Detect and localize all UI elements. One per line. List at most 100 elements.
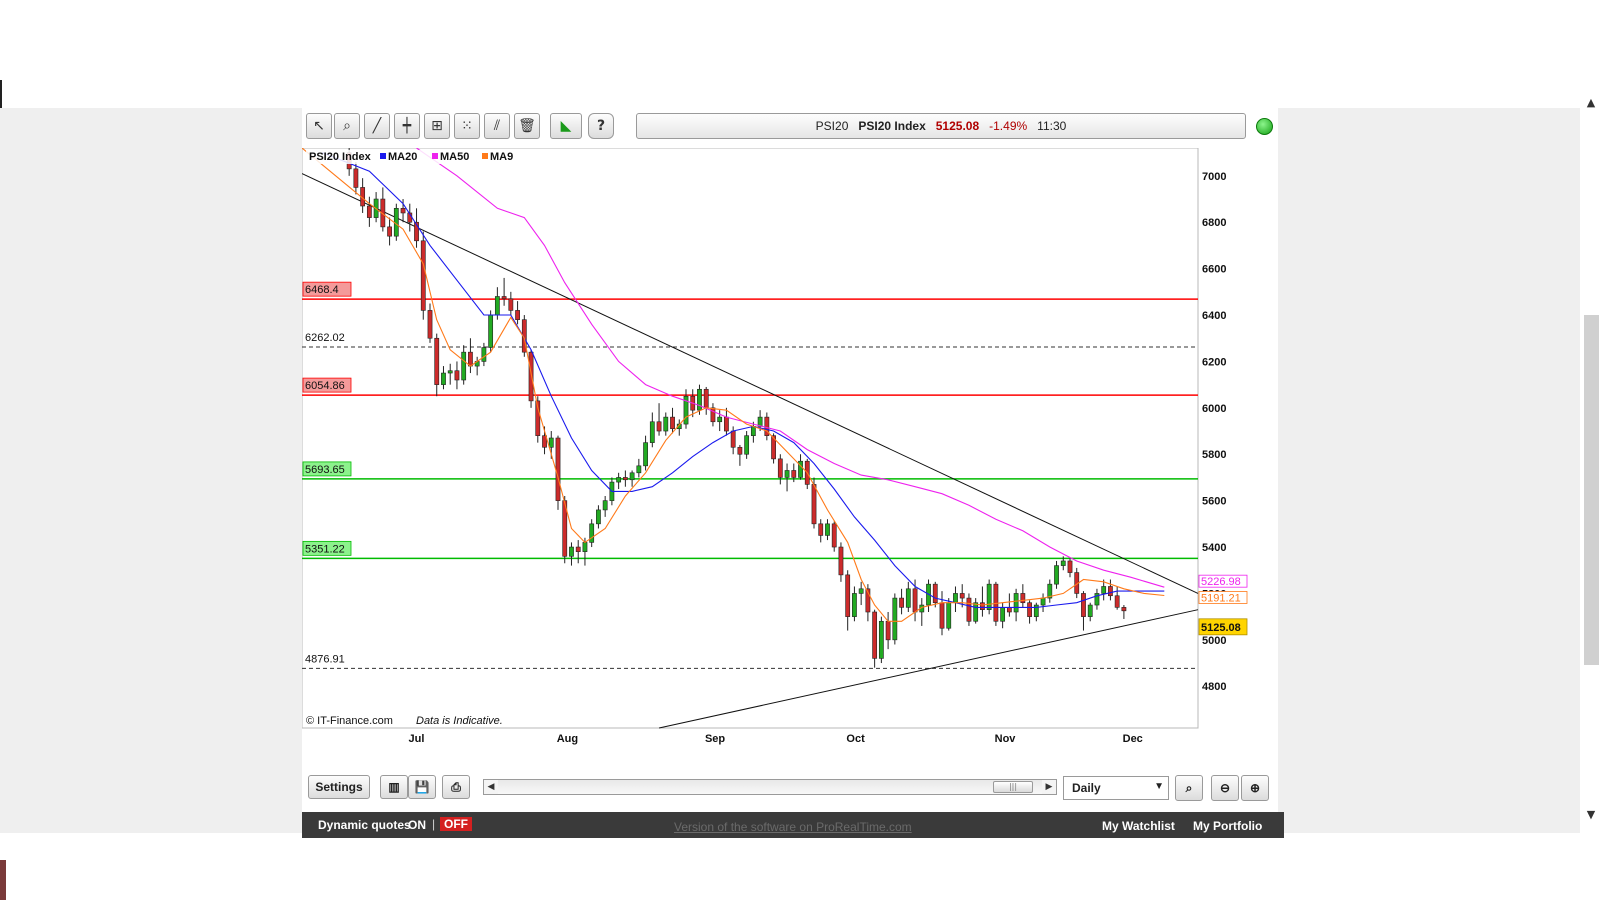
candle[interactable] <box>980 602 985 610</box>
scroll-right-icon[interactable]: ▶ <box>1042 780 1056 794</box>
candle[interactable] <box>582 542 588 552</box>
candle[interactable] <box>494 296 500 316</box>
indicator-tool-button[interactable]: ⊞ <box>424 113 450 139</box>
candle[interactable] <box>1006 607 1012 613</box>
candle[interactable] <box>589 523 595 543</box>
candle[interactable] <box>400 208 406 214</box>
candle[interactable] <box>791 470 797 478</box>
candle[interactable] <box>750 426 756 436</box>
zoom-out-button[interactable]: ⊖ <box>1211 775 1239 801</box>
candle[interactable] <box>548 437 554 448</box>
candle[interactable] <box>441 372 446 385</box>
candle[interactable] <box>353 168 359 188</box>
time-scrollbar[interactable]: ◀ ||| ▶ <box>483 779 1057 795</box>
time-scrollbar-thumb[interactable]: ||| <box>993 781 1033 793</box>
candle[interactable] <box>986 583 992 610</box>
delete-tool-button[interactable]: 🗑 <box>514 113 540 139</box>
candle[interactable] <box>899 597 904 608</box>
candle[interactable] <box>1101 586 1107 594</box>
candle[interactable] <box>515 310 520 320</box>
candle[interactable] <box>703 388 709 409</box>
scroll-down-arrow-icon[interactable]: ▼ <box>1583 808 1599 821</box>
candle[interactable] <box>1108 586 1113 597</box>
candle[interactable] <box>1060 560 1066 566</box>
candle[interactable] <box>1054 565 1059 585</box>
prorealtime-button[interactable]: ◣ <box>550 113 582 139</box>
scroll-up-arrow-icon[interactable]: ▲ <box>1583 96 1599 109</box>
candle[interactable] <box>744 435 750 455</box>
save-button[interactable]: 💾 <box>408 775 436 799</box>
candle[interactable] <box>575 546 581 552</box>
zoom-fit-button[interactable]: ⌕ <box>1175 775 1203 801</box>
candle[interactable] <box>973 602 979 622</box>
candle[interactable] <box>643 442 648 467</box>
candle[interactable] <box>959 593 965 599</box>
candle[interactable] <box>710 407 716 423</box>
candle[interactable] <box>393 208 399 237</box>
candle[interactable] <box>946 602 952 629</box>
candle[interactable] <box>838 546 844 576</box>
candle[interactable] <box>501 296 507 300</box>
print-button[interactable]: ⎙ <box>442 775 470 799</box>
candle[interactable] <box>831 523 837 548</box>
channel-tool-button[interactable]: ⫽ <box>484 113 510 139</box>
candle[interactable] <box>1040 597 1046 606</box>
candle[interactable] <box>912 588 918 613</box>
candle[interactable] <box>825 523 830 536</box>
zoom-tool-button[interactable]: ⌕ <box>334 113 360 139</box>
chart-type-button[interactable]: ▥ <box>380 775 408 799</box>
candle[interactable] <box>784 470 790 478</box>
candle[interactable] <box>649 421 655 443</box>
period-select[interactable]: Daily ▼ <box>1063 776 1169 800</box>
candle[interactable] <box>885 620 891 641</box>
candle[interactable] <box>461 351 467 381</box>
candle[interactable] <box>966 597 972 622</box>
candle[interactable] <box>697 388 702 411</box>
help-button[interactable]: ? <box>588 113 614 139</box>
price-chart[interactable]: 4800500052005400560058006000620064006600… <box>302 148 1278 758</box>
candle[interactable] <box>366 205 372 218</box>
candle[interactable] <box>852 593 857 617</box>
dynamic-quotes-off-toggle[interactable]: OFF <box>440 817 472 831</box>
candle[interactable] <box>878 620 884 659</box>
software-version-link[interactable]: Version of the software on ProRealTime.c… <box>674 820 912 834</box>
candle[interactable] <box>892 597 898 641</box>
page-scrollbar-thumb[interactable] <box>1584 315 1599 665</box>
zoom-in-button[interactable]: ⊕ <box>1241 775 1269 801</box>
candle[interactable] <box>622 477 628 481</box>
candle[interactable] <box>953 593 958 604</box>
candle[interactable] <box>434 337 440 385</box>
candle[interactable] <box>528 351 534 402</box>
candle[interactable] <box>555 437 561 501</box>
candle[interactable] <box>569 546 574 557</box>
candle[interactable] <box>468 351 473 367</box>
candle[interactable] <box>670 416 675 430</box>
candle[interactable] <box>1027 602 1032 617</box>
candle[interactable] <box>629 472 635 481</box>
my-portfolio-link[interactable]: My Portfolio <box>1193 819 1262 833</box>
candle[interactable] <box>717 416 723 423</box>
trendline-tool-button[interactable]: ╱ <box>364 113 390 139</box>
candle[interactable] <box>1013 593 1019 613</box>
candle[interactable] <box>737 446 743 455</box>
dynamic-quotes-on-toggle[interactable]: ON <box>408 818 426 832</box>
pointer-tool-button[interactable]: ↖ <box>306 113 332 139</box>
candle[interactable] <box>1114 595 1120 608</box>
candle[interactable] <box>636 465 642 474</box>
candle[interactable] <box>845 574 851 617</box>
candle[interactable] <box>993 583 999 622</box>
candle[interactable] <box>1020 593 1026 604</box>
candle[interactable] <box>663 416 669 432</box>
candle[interactable] <box>596 509 601 525</box>
candle[interactable] <box>1081 593 1086 617</box>
candle[interactable] <box>1067 560 1073 573</box>
candle[interactable] <box>939 602 945 629</box>
candle[interactable] <box>1000 607 1006 622</box>
candle[interactable] <box>905 588 911 608</box>
candle[interactable] <box>616 477 622 483</box>
candle[interactable] <box>811 484 817 525</box>
candle[interactable] <box>858 588 864 594</box>
candle[interactable] <box>481 347 487 362</box>
candle[interactable] <box>656 421 662 432</box>
scroll-left-icon[interactable]: ◀ <box>484 780 498 794</box>
